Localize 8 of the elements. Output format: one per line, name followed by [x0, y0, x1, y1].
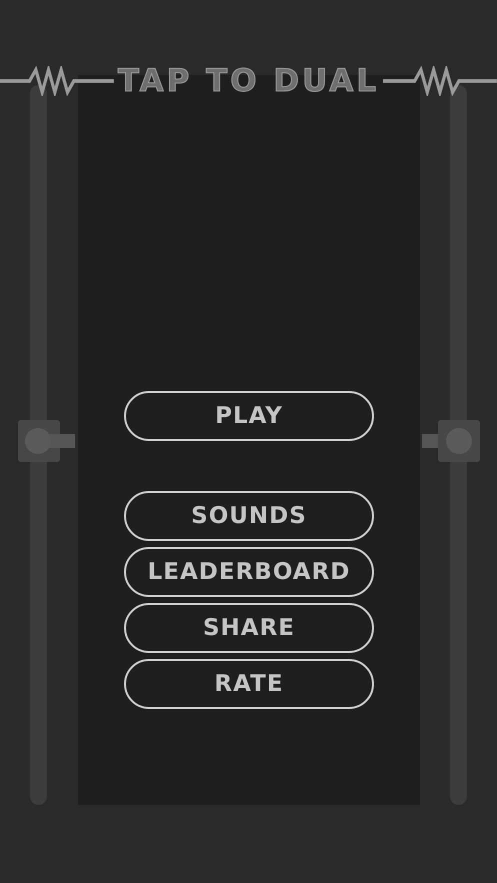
menu-button[interactable]: SHARE	[124, 603, 374, 653]
game-title: TAP TO DUAL	[116, 63, 380, 99]
paddle-drawing	[18, 420, 75, 462]
menu-button[interactable]: RATE	[124, 659, 374, 709]
menu-button[interactable]: SOUNDS	[124, 491, 374, 541]
menu-button[interactable]: PLAY	[124, 391, 374, 441]
paddle-drawing	[422, 420, 480, 462]
menu-button[interactable]: LEADERBOARD	[124, 547, 374, 597]
